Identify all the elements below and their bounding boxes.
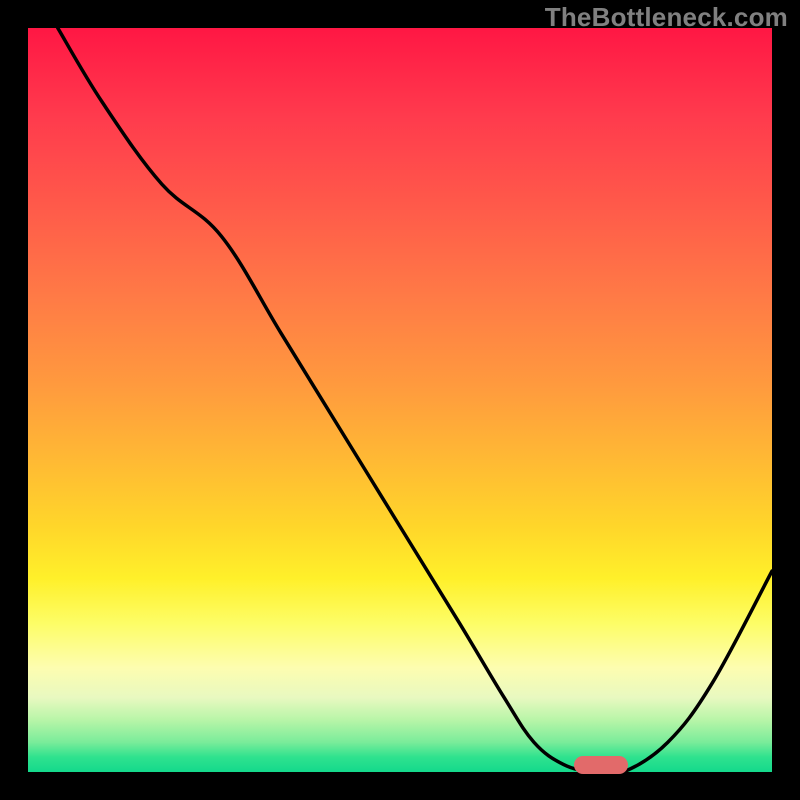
optimal-marker — [574, 756, 628, 774]
chart-frame: TheBottleneck.com — [0, 0, 800, 800]
bottleneck-curve — [28, 28, 772, 772]
plot-area — [28, 28, 772, 772]
